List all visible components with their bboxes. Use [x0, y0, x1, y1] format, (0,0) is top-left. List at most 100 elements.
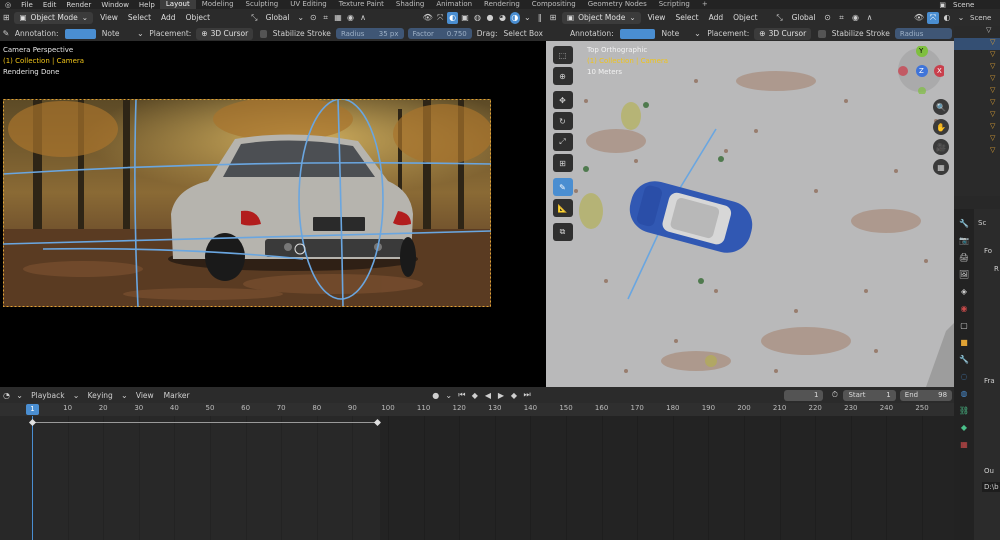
- move-tool-icon[interactable]: ✥: [552, 91, 573, 109]
- collection-props-icon[interactable]: ▢: [958, 319, 970, 331]
- menu-object[interactable]: Object: [728, 13, 762, 22]
- menu-select[interactable]: Select: [670, 13, 703, 22]
- timeline-area[interactable]: [0, 416, 954, 540]
- tab-sculpting[interactable]: Sculpting: [240, 0, 285, 9]
- scene-name[interactable]: Scene: [948, 1, 1000, 9]
- menu-marker[interactable]: Marker: [159, 391, 195, 400]
- stabilize-checkbox[interactable]: [260, 29, 267, 38]
- radius-field[interactable]: Radius 35 px: [335, 28, 404, 39]
- rotate-tool-icon[interactable]: ↻: [552, 112, 573, 130]
- end-frame-field[interactable]: End 98: [899, 389, 953, 401]
- annotation-color-swatch[interactable]: [619, 28, 656, 39]
- camera-viewport[interactable]: Camera Perspective (1) Collection | Came…: [0, 41, 546, 387]
- add-workspace-button[interactable]: +: [696, 0, 714, 9]
- scene-selector-icon[interactable]: ▣: [934, 1, 948, 9]
- constraints-props-icon[interactable]: ⛓: [958, 404, 970, 416]
- tab-geometry-nodes[interactable]: Geometry Nodes: [582, 0, 653, 9]
- current-frame-field[interactable]: 1: [783, 389, 824, 401]
- outliner-row[interactable]: ▽: [954, 134, 1000, 146]
- mode-dropdown[interactable]: ▣ Object Mode ⌄: [562, 11, 641, 24]
- record-icon[interactable]: ●: [430, 389, 441, 401]
- wireframe-shading-icon[interactable]: ◍: [472, 12, 482, 24]
- falloff-icon[interactable]: ∧: [358, 12, 368, 24]
- next-keyframe-icon[interactable]: ◆: [508, 389, 519, 401]
- menu-playback[interactable]: Playback: [26, 391, 69, 400]
- annotation-layer-dropdown[interactable]: Note: [99, 29, 135, 38]
- world-props-icon[interactable]: ◉: [958, 302, 970, 314]
- transform-orientation[interactable]: Global: [261, 13, 295, 22]
- tab-rendering[interactable]: Rendering: [478, 0, 526, 9]
- tab-scripting[interactable]: Scripting: [653, 0, 696, 9]
- tab-shading[interactable]: Shading: [390, 0, 430, 9]
- material-shading-icon[interactable]: ◕: [497, 12, 507, 24]
- xray-icon[interactable]: ▣: [460, 12, 470, 24]
- texture-props-icon[interactable]: ▦: [958, 438, 970, 450]
- tool-props-icon[interactable]: 🔧: [958, 217, 970, 229]
- orientation-icon[interactable]: ⤡: [774, 12, 786, 24]
- annotation-layer-dropdown[interactable]: Note: [658, 29, 690, 38]
- output-path-field[interactable]: D:\b: [982, 482, 1000, 492]
- snap-icon[interactable]: ⌗: [320, 12, 330, 24]
- shading-options-icon[interactable]: ⌄: [522, 12, 532, 24]
- pivot-icon[interactable]: ⊙: [822, 12, 834, 24]
- transform-orientation[interactable]: Global: [787, 13, 821, 22]
- tab-compositing[interactable]: Compositing: [526, 0, 582, 9]
- outliner-row[interactable]: ▽: [954, 146, 1000, 158]
- physics-props-icon[interactable]: ◍: [958, 387, 970, 399]
- jump-start-icon[interactable]: ⏮: [456, 389, 467, 401]
- proportional-edit-icon[interactable]: ◉: [345, 12, 355, 24]
- start-frame-field[interactable]: Start 1: [843, 389, 896, 401]
- top-ortho-viewport[interactable]: Top Orthographic (1) Collection | Camera…: [546, 41, 954, 387]
- tab-uv-editing[interactable]: UV Editing: [284, 0, 333, 9]
- stopwatch-icon[interactable]: ⏱: [829, 389, 840, 401]
- transform-tool-icon[interactable]: ⊞: [552, 154, 573, 172]
- particles-props-icon[interactable]: ◌: [958, 370, 970, 382]
- modifier-props-icon[interactable]: 🔧: [958, 353, 970, 365]
- outliner-row[interactable]: ▽: [954, 50, 1000, 62]
- pan-button[interactable]: ✋: [933, 119, 949, 135]
- outliner-row[interactable]: ▽: [954, 98, 1000, 110]
- outliner-row[interactable]: ▽: [954, 74, 1000, 86]
- select-box-tool-icon[interactable]: ⬚: [552, 46, 573, 64]
- outliner-filter-icon[interactable]: ⌄: [955, 12, 967, 24]
- visibility-icon[interactable]: 👁: [422, 12, 433, 24]
- scale-tool-icon[interactable]: ⤢: [552, 133, 573, 151]
- object-props-icon[interactable]: ■: [958, 336, 970, 348]
- tab-layout[interactable]: Layout: [159, 0, 196, 9]
- gizmo-icon[interactable]: ⤧: [435, 12, 445, 24]
- radius-field[interactable]: Radius: [894, 28, 953, 39]
- play-reverse-icon[interactable]: ◀: [482, 389, 493, 401]
- timeline-ruler[interactable]: 1 10 20 30 40 50 60 70 80 90 100 110 120 130 140 150 16…: [0, 403, 954, 416]
- menu-view[interactable]: View: [643, 13, 671, 22]
- menu-view[interactable]: View: [95, 13, 123, 22]
- solid-shading-icon[interactable]: ●: [485, 12, 495, 24]
- rendered-shading-icon[interactable]: ◑: [509, 11, 521, 24]
- navigation-gizmo[interactable]: Y Z X: [896, 45, 946, 95]
- proportional-edit-icon[interactable]: ◉: [850, 12, 862, 24]
- snap-icon[interactable]: ⌗: [836, 12, 848, 24]
- prev-keyframe-icon[interactable]: ◆: [469, 389, 480, 401]
- placement-dropdown[interactable]: ⊕ 3D Cursor: [196, 27, 254, 40]
- tab-animation[interactable]: Animation: [430, 0, 478, 9]
- pause-icon[interactable]: ‖: [535, 12, 545, 24]
- annotate-tool-icon[interactable]: ✎: [552, 178, 573, 196]
- measure-tool-icon[interactable]: 📐: [552, 199, 573, 217]
- menu-add[interactable]: Add: [704, 13, 729, 22]
- falloff-icon[interactable]: ∧: [864, 12, 876, 24]
- menu-window[interactable]: Window: [96, 1, 134, 9]
- add-cube-tool-icon[interactable]: ⧉: [552, 223, 573, 241]
- play-icon[interactable]: ▶: [495, 389, 506, 401]
- mode-dropdown[interactable]: ▣ Object Mode ⌄: [14, 11, 94, 24]
- factor-field[interactable]: Factor 0.750: [407, 28, 472, 39]
- menu-object[interactable]: Object: [181, 13, 215, 22]
- render-props-icon[interactable]: 📷: [958, 234, 970, 246]
- tab-texture-paint[interactable]: Texture Paint: [333, 0, 390, 9]
- tab-modeling[interactable]: Modeling: [196, 0, 240, 9]
- outliner-row-selected[interactable]: ▽: [954, 38, 1000, 50]
- zoom-button[interactable]: 🔍: [933, 99, 949, 115]
- menu-help[interactable]: Help: [134, 1, 160, 9]
- output-props-icon[interactable]: 🖨: [958, 251, 970, 263]
- outliner-row[interactable]: ▽: [954, 86, 1000, 98]
- drag-dropdown[interactable]: Select Box: [501, 29, 546, 38]
- blender-logo-icon[interactable]: ◎: [0, 1, 16, 9]
